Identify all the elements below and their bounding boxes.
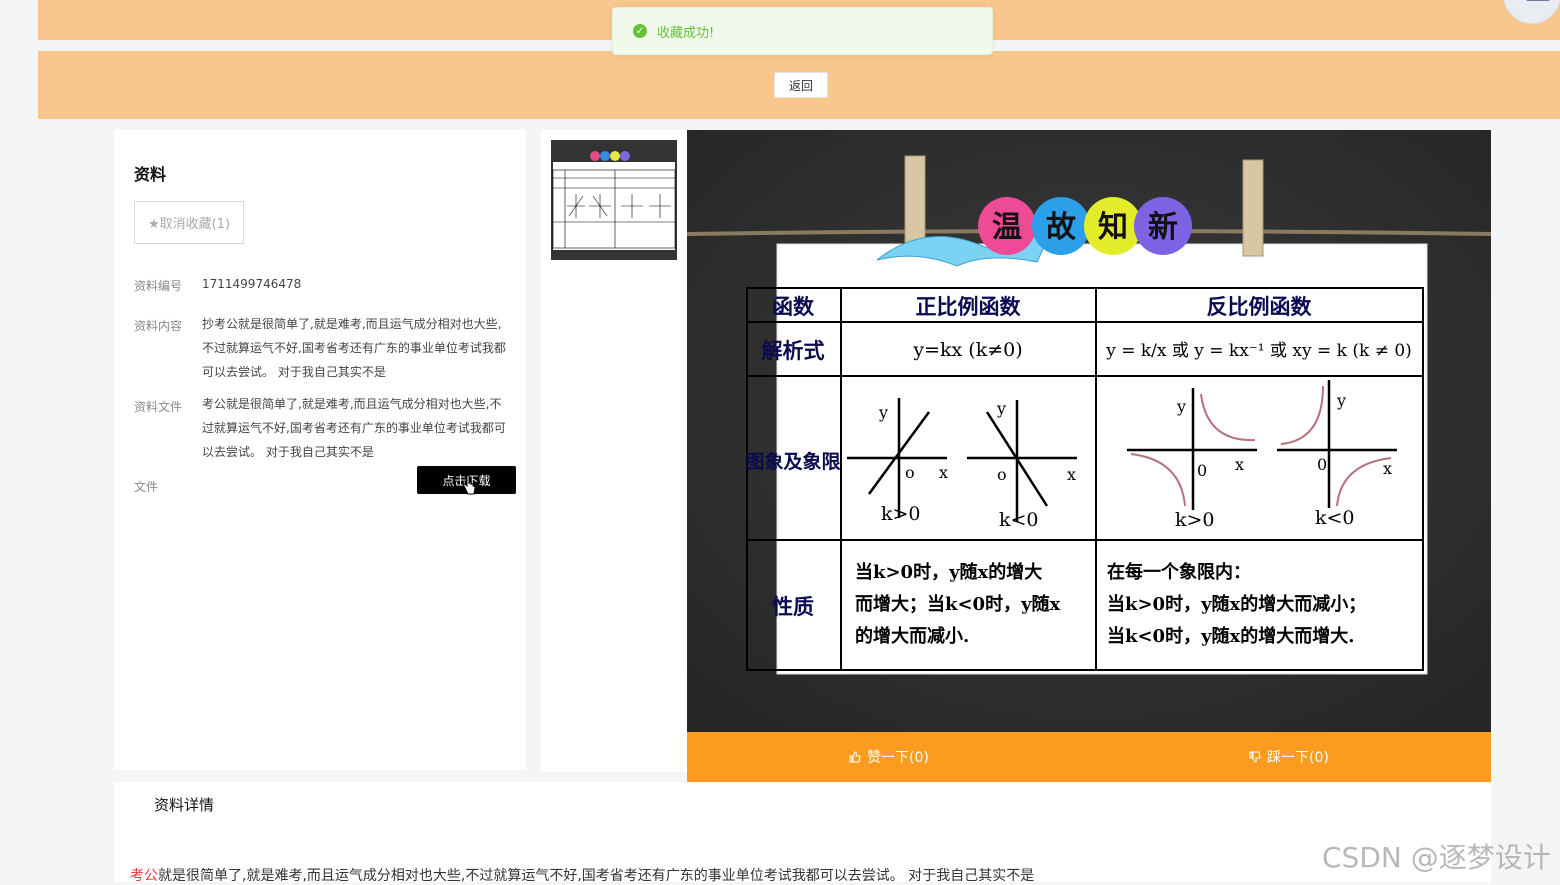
header-inverse: 反比例函数 xyxy=(1207,294,1313,319)
row-graph-label: 图象及象限 xyxy=(745,450,840,473)
slide-viewer: 温 故 知 新 函数 正比例函数 反比例函数 解析式 图象及象限 性质 y=kx… xyxy=(687,130,1491,732)
thumbs-up-icon xyxy=(849,751,861,763)
inverse-property-1: 在每一个象限内： xyxy=(1107,561,1251,583)
graph-y-axis-3: y xyxy=(1176,397,1186,416)
card-title: 资料 xyxy=(134,165,167,184)
toast-message: 收藏成功! xyxy=(657,25,715,41)
graph-x-axis-3: x xyxy=(1235,455,1244,474)
success-toast: ✓ 收藏成功! xyxy=(612,7,993,55)
like-button[interactable]: 赞一下(0) xyxy=(849,732,929,782)
inverse-formula: y = k/x 或 y = kx⁻¹ 或 xy = k (k ≠ 0) xyxy=(1105,341,1412,361)
row-property-label: 性质 xyxy=(772,594,814,619)
content-value: 抄考公就是很简单了,就是难考,而且运气成分相对也大些,不过就算运气不好,国考省考… xyxy=(202,317,506,379)
check-circle-icon: ✓ xyxy=(633,24,647,38)
graph-origin-2: o xyxy=(997,465,1007,484)
inverse-property-2: 当k>0时，y随x的增大而减小； xyxy=(1107,593,1366,615)
content-label: 资料内容 xyxy=(134,319,183,333)
thumbs-down-icon xyxy=(1249,751,1261,763)
file-desc-label: 资料文件 xyxy=(134,400,183,414)
banner-char-3: 知 xyxy=(1098,210,1128,245)
graph-x-axis-4: x xyxy=(1383,459,1392,478)
details-title: 资料详情 xyxy=(154,796,215,814)
unfavorite-button[interactable]: ★取消收藏(1) xyxy=(134,201,244,244)
resource-info-card: 资料 ★取消收藏(1) 资料编号 1711499746478 资料内容 抄考公就… xyxy=(114,130,526,770)
graph-label-3: k>0 xyxy=(1175,509,1215,531)
direct-property-2: 而增大；当k<0时，y随x xyxy=(855,593,1061,615)
graph-origin-3: 0 xyxy=(1197,461,1207,480)
direct-formula: y=kx (k≠0) xyxy=(912,339,1022,361)
inverse-property-3: 当k<0时，y随x的增大而增大. xyxy=(1107,625,1355,647)
dislike-button[interactable]: 踩一下(0) xyxy=(1249,732,1329,782)
row-formula-label: 解析式 xyxy=(762,338,825,363)
details-text: 考公就是很简单了,就是难考,而且运气成分相对也大些,不过就算运气不好,国考省考还… xyxy=(130,865,1034,885)
graph-label-2: k<0 xyxy=(999,509,1039,531)
banner-char-4: 新 xyxy=(1148,210,1178,245)
banner-char-2: 故 xyxy=(1046,210,1077,245)
banner-char-1: 温 xyxy=(992,210,1022,245)
header-direct: 正比例函数 xyxy=(916,294,1022,319)
graph-origin-4: 0 xyxy=(1317,455,1327,474)
graph-y-axis-2: y xyxy=(996,399,1006,418)
graph-y-axis-4: y xyxy=(1336,391,1346,410)
graph-x-axis-1: x xyxy=(939,463,948,482)
file-desc-value: 考公就是很简单了,就是难考,而且运气成分相对也大些,不过就算运气不好,国考省考还… xyxy=(202,397,506,459)
header-function: 函数 xyxy=(772,294,815,319)
thumbnail-column xyxy=(541,130,687,772)
file-label: 文件 xyxy=(134,480,159,494)
details-section: 资料详情 考公就是很简单了,就是难考,而且运气成分相对也大些,不过就算运气不好,… xyxy=(114,782,1491,885)
id-value: 1711499746478 xyxy=(202,277,302,291)
vote-bar: 赞一下(0) 踩一下(0) xyxy=(687,732,1491,782)
direct-property-3: 的增大而减小. xyxy=(855,625,969,647)
graph-label-4: k<0 xyxy=(1315,507,1355,529)
graph-x-axis-2: x xyxy=(1067,465,1076,484)
direct-property-1: 当k>0时，y随x的增大 xyxy=(855,561,1042,583)
back-button[interactable]: 返回 xyxy=(774,72,828,98)
id-label: 资料编号 xyxy=(134,279,183,293)
watermark: CSDN @逐梦设计 xyxy=(1322,841,1551,874)
graph-label-1: k>0 xyxy=(881,503,921,525)
dislike-label: 踩一下(0) xyxy=(1267,750,1329,766)
slide-image: 温 故 知 新 函数 正比例函数 反比例函数 解析式 图象及象限 性质 y=kx… xyxy=(687,130,1491,732)
like-label: 赞一下(0) xyxy=(867,750,929,766)
graph-y-axis-1: y xyxy=(878,403,888,422)
slide-thumbnail[interactable] xyxy=(551,140,677,260)
hand-cursor-icon xyxy=(463,475,476,495)
graph-origin-1: o xyxy=(905,463,915,482)
